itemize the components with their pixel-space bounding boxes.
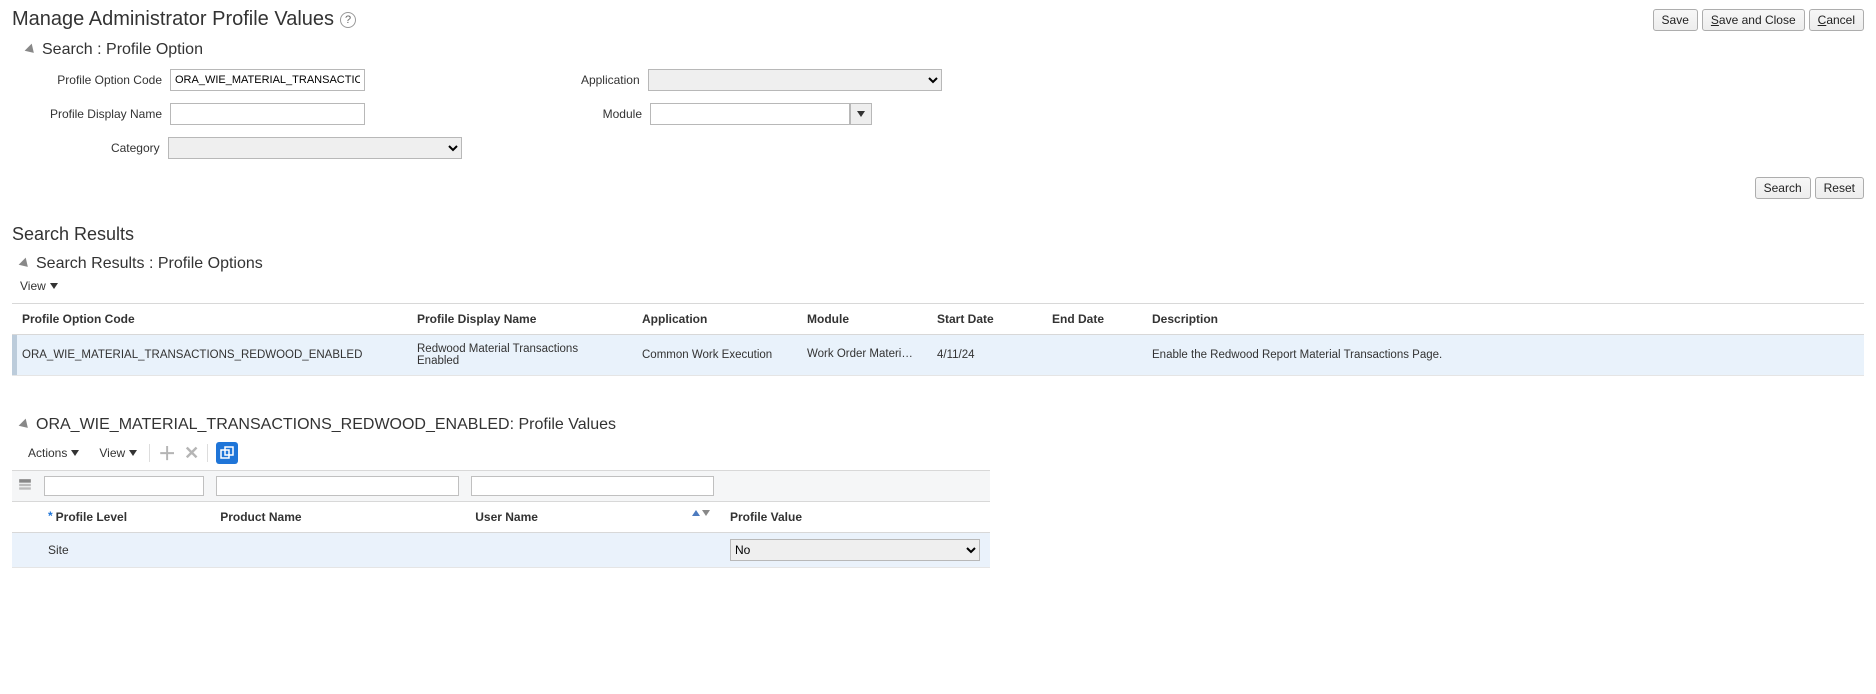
cell-user-name <box>465 533 720 568</box>
cell-profile-value: No <box>720 533 990 568</box>
view-menu-values[interactable]: View <box>99 446 137 460</box>
col-profile-option-code[interactable]: Profile Option Code <box>12 304 407 335</box>
col-user-name[interactable]: User Name <box>465 502 720 533</box>
search-section-title: Search : Profile Option <box>42 41 203 59</box>
col-end-date[interactable]: End Date <box>1042 304 1142 335</box>
label-category: Category <box>42 141 160 155</box>
cell-module: Work Order Material Tr… <box>797 335 927 376</box>
disclosure-icon <box>19 419 32 432</box>
chevron-down-icon <box>857 111 865 117</box>
input-profile-option-code[interactable] <box>170 69 365 91</box>
results-section-title: Search Results : Profile Options <box>36 255 263 273</box>
filter-profile-level[interactable] <box>44 476 204 496</box>
col-product-name[interactable]: Product Name <box>210 502 465 533</box>
cell-display: Redwood Material Transactions Enabled <box>407 335 632 376</box>
col-module[interactable]: Module <box>797 304 927 335</box>
cell-app: Common Work Execution <box>632 335 797 376</box>
sort-desc-icon[interactable] <box>702 510 710 516</box>
header-buttons: Save Save and Close Cancel <box>1653 9 1864 31</box>
profile-values-table: *Profile Level Product Name User Name Pr… <box>12 470 990 568</box>
search-section-header[interactable]: Search : Profile Option <box>22 41 1864 59</box>
table-row[interactable]: ORA_WIE_MATERIAL_TRANSACTIONS_REDWOOD_EN… <box>12 335 1864 376</box>
search-button[interactable]: Search <box>1755 177 1811 199</box>
detach-icon[interactable] <box>216 442 238 464</box>
col-application[interactable]: Application <box>632 304 797 335</box>
cell-end-date <box>1042 335 1142 376</box>
sort-asc-icon[interactable] <box>692 510 700 516</box>
cell-profile-level: Site <box>38 533 210 568</box>
col-description[interactable]: Description <box>1142 304 1864 335</box>
module-dropdown-button[interactable] <box>850 103 872 125</box>
qbe-toggle[interactable] <box>12 471 38 502</box>
view-menu[interactable]: View <box>20 279 58 293</box>
reset-button[interactable]: Reset <box>1815 177 1864 199</box>
col-start-date[interactable]: Start Date <box>927 304 1042 335</box>
page-title: Manage Administrator Profile Values ? <box>12 8 356 31</box>
label-module: Module <box>522 107 642 121</box>
chevron-down-icon <box>129 450 137 456</box>
cell-code: ORA_WIE_MATERIAL_TRANSACTIONS_REDWOOD_EN… <box>12 335 407 376</box>
save-button[interactable]: Save <box>1653 9 1698 31</box>
select-profile-value[interactable]: No <box>730 539 980 561</box>
search-results-heading: Search Results <box>12 224 1864 245</box>
col-profile-value[interactable]: Profile Value <box>720 502 990 533</box>
label-application: Application <box>522 73 640 87</box>
chevron-down-icon <box>71 450 79 456</box>
values-section-header[interactable]: ORA_WIE_MATERIAL_TRANSACTIONS_REDWOOD_EN… <box>16 416 1864 434</box>
delete-icon[interactable]: ✕ <box>184 443 199 464</box>
cell-product-name <box>210 533 465 568</box>
disclosure-icon <box>25 44 38 57</box>
page-title-text: Manage Administrator Profile Values <box>12 8 334 31</box>
select-category[interactable] <box>168 137 462 159</box>
select-application[interactable] <box>648 69 942 91</box>
cell-start-date: 4/11/24 <box>927 335 1042 376</box>
results-table: Profile Option Code Profile Display Name… <box>12 303 1864 376</box>
label-profile-option-code: Profile Option Code <box>42 73 162 87</box>
table-row[interactable]: Site No <box>12 533 990 568</box>
col-profile-display-name[interactable]: Profile Display Name <box>407 304 632 335</box>
results-section-header[interactable]: Search Results : Profile Options <box>16 255 1864 273</box>
input-profile-display-name[interactable] <box>170 103 365 125</box>
col-profile-level[interactable]: *Profile Level <box>38 502 210 533</box>
cell-desc: Enable the Redwood Report Material Trans… <box>1142 335 1864 376</box>
help-icon[interactable]: ? <box>340 12 356 28</box>
label-profile-display-name: Profile Display Name <box>42 107 162 121</box>
disclosure-icon <box>19 258 32 271</box>
chevron-down-icon <box>50 283 58 289</box>
cancel-button[interactable]: Cancel <box>1809 9 1864 31</box>
input-module[interactable] <box>650 103 850 125</box>
filter-user-name[interactable] <box>471 476 714 496</box>
values-section-title: ORA_WIE_MATERIAL_TRANSACTIONS_REDWOOD_EN… <box>36 416 616 434</box>
save-close-button[interactable]: Save and Close <box>1702 9 1805 31</box>
add-icon[interactable]: ＋ <box>158 440 176 466</box>
actions-menu[interactable]: Actions <box>28 446 79 460</box>
filter-product-name[interactable] <box>216 476 459 496</box>
filter-profile-value <box>720 471 990 502</box>
